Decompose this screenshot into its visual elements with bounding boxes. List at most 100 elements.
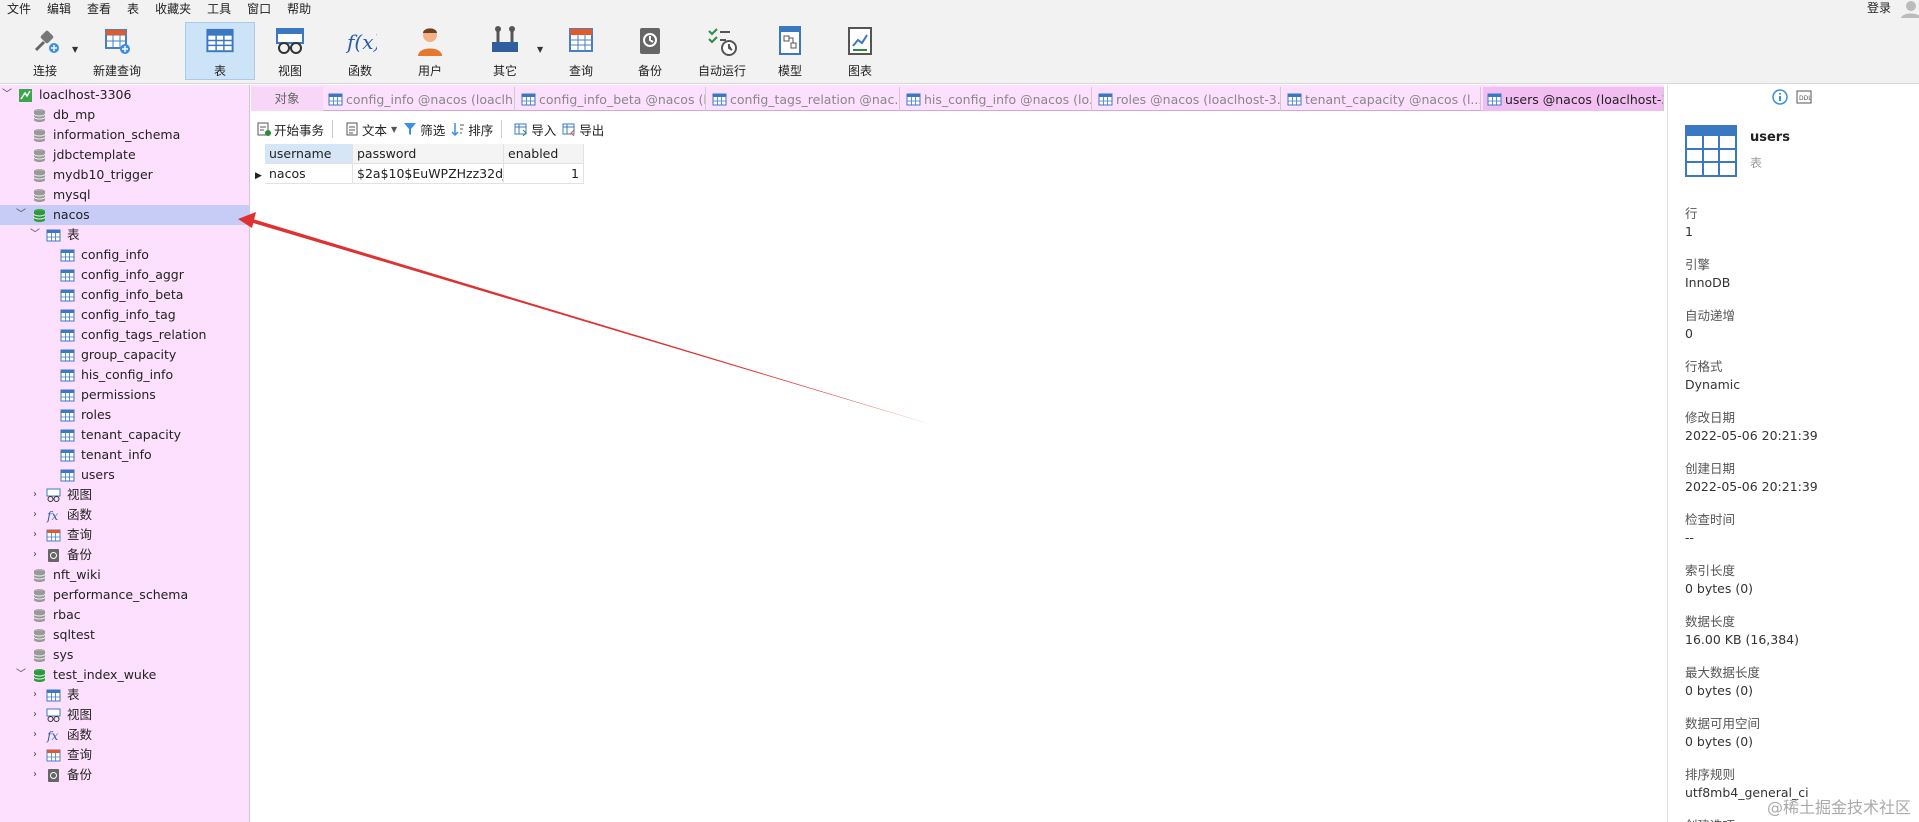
table-button[interactable]: 表 [185, 22, 255, 80]
chevron-right-icon[interactable]: › [30, 525, 40, 545]
chevron-right-icon[interactable]: › [30, 705, 40, 725]
tree-folder-functions[interactable]: › fx 函数 [0, 505, 250, 525]
tree-table-tenant_capacity[interactable]: tenant_capacity [0, 425, 250, 445]
login-link[interactable]: 登录 [1867, 0, 1891, 16]
other-dropdown[interactable]: ▼ [537, 45, 543, 54]
tree-table-tenant_info[interactable]: tenant_info [0, 445, 250, 465]
tree-label: config_info_aggr [81, 267, 184, 282]
tree-table-config_info_tag[interactable]: config_info_tag [0, 305, 250, 325]
avatar-icon[interactable] [1899, 0, 1919, 18]
tree-db-test-index-wuke[interactable]: ﹀ test_index_wuke [0, 665, 250, 685]
cell-password[interactable]: $2a$10$EuWPZHzz32dJN [353, 164, 504, 184]
text-button[interactable]: 文本 ▼ [345, 120, 397, 139]
tree-table-permissions[interactable]: permissions [0, 385, 250, 405]
export-button[interactable]: 导出 [562, 120, 604, 139]
chevron-right-icon[interactable]: › [30, 485, 40, 505]
tree-table-users[interactable]: users [0, 465, 250, 485]
tab-table-1[interactable]: config_info_beta @nacos (l... [517, 87, 706, 111]
chevron-down-icon[interactable]: ﹀ [16, 205, 26, 225]
tree-db-information_schema[interactable]: information_schema [0, 125, 250, 145]
table-icon [712, 93, 727, 105]
tree-table-roles[interactable]: roles [0, 405, 250, 425]
tree-table-group_capacity[interactable]: group_capacity [0, 345, 250, 365]
chevron-right-icon[interactable]: › [30, 685, 40, 705]
tree-label: permissions [81, 387, 156, 402]
tab-table-3[interactable]: his_config_info @nacos (lo... [902, 87, 1092, 111]
column-header-enabled[interactable]: enabled [504, 144, 584, 164]
import-button[interactable]: 导入 [514, 120, 556, 139]
view-button[interactable]: 视图 [265, 22, 315, 80]
tree-table-his_config_info[interactable]: his_config_info [0, 365, 250, 385]
tree-db-jdbctemplate[interactable]: jdbctemplate [0, 145, 250, 165]
tree-db-mysql[interactable]: mysql [0, 185, 250, 205]
chevron-down-icon[interactable]: ﹀ [16, 665, 26, 685]
tab-table-2[interactable]: config_tags_relation @nac... [708, 87, 900, 111]
tree-folder-backups[interactable]: › 备份 [0, 545, 250, 565]
chevron-right-icon[interactable]: › [30, 505, 40, 525]
tree-folder-tables[interactable]: ﹀ 表 [0, 225, 250, 245]
tree-folder-tables[interactable]: › 表 [0, 685, 250, 705]
tree-connection[interactable]: ﹀ loaclhost-3306 [0, 85, 250, 105]
backup-button[interactable]: 备份 [625, 22, 675, 80]
tree-folder-queries[interactable]: › 查询 [0, 745, 250, 765]
tree-db-sqltest[interactable]: sqltest [0, 625, 250, 645]
info-icon[interactable] [1772, 89, 1788, 105]
database-icon [32, 105, 47, 125]
tree-db-db_mp[interactable]: db_mp [0, 105, 250, 125]
tree-db-nft_wiki[interactable]: nft_wiki [0, 565, 250, 585]
ddl-icon[interactable]: DDL [1796, 90, 1812, 104]
tab-table-0[interactable]: config_info @nacos (loaclh... [324, 87, 515, 111]
tab-table-6[interactable]: users @nacos (loaclhost-3... [1483, 87, 1664, 111]
connection-dropdown[interactable]: ▼ [72, 45, 78, 54]
tree-folder-backups[interactable]: › 备份 [0, 765, 250, 785]
filter-button[interactable]: 筛选 [403, 120, 445, 139]
tree-db-performance_schema[interactable]: performance_schema [0, 585, 250, 605]
tab-table-4[interactable]: roles @nacos (loaclhost-3... [1094, 87, 1281, 111]
tree-folder-views[interactable]: › 视图 [0, 485, 250, 505]
user-button[interactable]: 用户 [405, 22, 455, 80]
chevron-right-icon[interactable]: › [30, 725, 40, 745]
tree-folder-views[interactable]: › 视图 [0, 705, 250, 725]
menu-help[interactable]: 帮助 [280, 0, 320, 18]
svg-text:fx: fx [46, 509, 58, 523]
other-button[interactable]: 其它 [480, 22, 530, 80]
tree-db-mydb10_trigger[interactable]: mydb10_trigger [0, 165, 250, 185]
chevron-down-icon[interactable]: ﹀ [2, 85, 12, 105]
tree-table-config_tags_relation[interactable]: config_tags_relation [0, 325, 250, 345]
function-button[interactable]: f(x) 函数 [335, 22, 385, 80]
tree-db-sys[interactable]: sys [0, 645, 250, 665]
chevron-down-icon[interactable]: ﹀ [30, 225, 40, 245]
menu-tools[interactable]: 工具 [200, 0, 240, 18]
tree-folder-functions[interactable]: › fx 函数 [0, 725, 250, 745]
menu-view[interactable]: 查看 [80, 0, 120, 18]
column-header-username[interactable]: username [265, 144, 353, 164]
query-button[interactable]: 查询 [556, 22, 606, 80]
menu-window[interactable]: 窗口 [240, 0, 280, 18]
chevron-right-icon[interactable]: › [30, 765, 40, 785]
cell-enabled[interactable]: 1 [504, 164, 584, 184]
chevron-right-icon[interactable]: › [30, 745, 40, 765]
watermark: @稀土掘金技术社区 [1766, 798, 1911, 817]
begin-transaction-button[interactable]: 开始事务 [257, 120, 324, 139]
menu-edit[interactable]: 编辑 [40, 0, 80, 18]
sort-button[interactable]: 排序 [451, 120, 493, 139]
new-query-button[interactable]: 新建查询 [88, 22, 146, 80]
tree-table-config_info_beta[interactable]: config_info_beta [0, 285, 250, 305]
tab-objects[interactable]: 对象 [251, 87, 323, 111]
tree-folder-queries[interactable]: › 查询 [0, 525, 250, 545]
column-header-password[interactable]: password [353, 144, 504, 164]
tree-db-rbac[interactable]: rbac [0, 605, 250, 625]
auto-run-button[interactable]: 自动运行 [690, 22, 754, 80]
model-button[interactable]: 模型 [765, 22, 815, 80]
menu-file[interactable]: 文件 [0, 0, 40, 18]
menu-table[interactable]: 表 [120, 0, 148, 18]
tab-table-5[interactable]: tenant_capacity @nacos (l... [1283, 87, 1481, 111]
chevron-right-icon[interactable]: › [30, 545, 40, 565]
tree-table-config_info_aggr[interactable]: config_info_aggr [0, 265, 250, 285]
menu-favorites[interactable]: 收藏夹 [148, 0, 200, 18]
tree-db-nacos[interactable]: ﹀ nacos [0, 205, 250, 225]
connection-button[interactable]: 连接 [20, 22, 70, 80]
chart-button[interactable]: 图表 [835, 22, 885, 80]
tree-table-config_info[interactable]: config_info [0, 245, 250, 265]
cell-username[interactable]: nacos [265, 164, 353, 184]
